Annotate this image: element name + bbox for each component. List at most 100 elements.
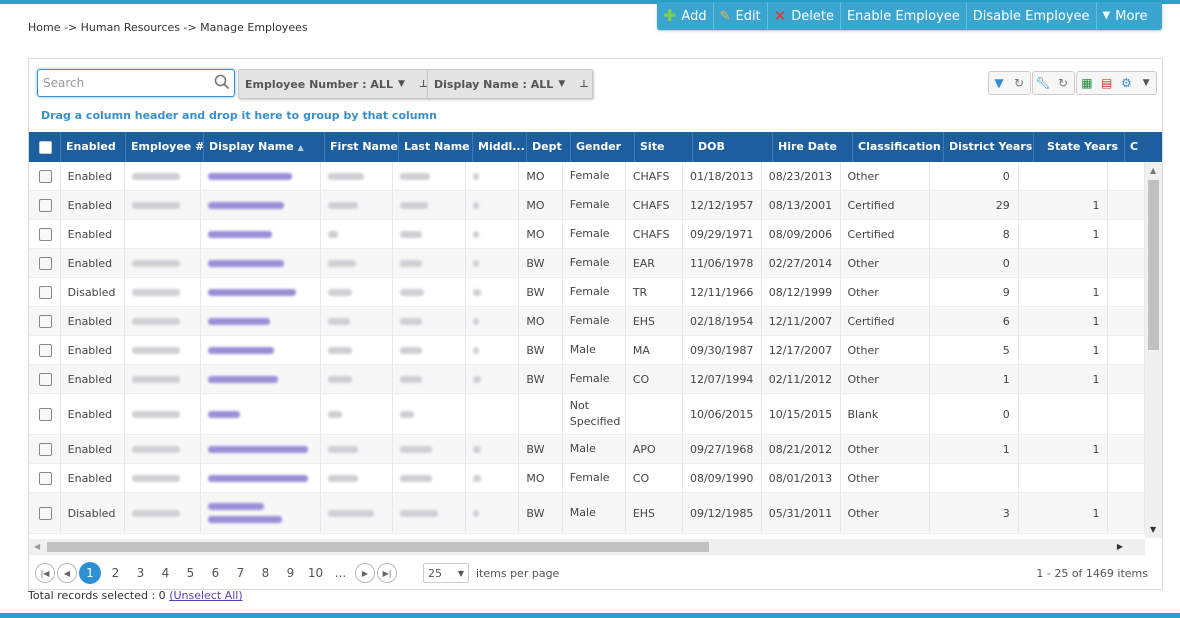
display-name-filter[interactable]: Display Name : ALL ▼ ⊥ xyxy=(427,69,593,99)
unselect-all-link[interactable]: (Unselect All) xyxy=(169,589,242,602)
col-state-years[interactable]: State Years xyxy=(1034,132,1125,162)
row-checkbox[interactable] xyxy=(29,365,61,393)
cell-display-name-link[interactable] xyxy=(201,278,321,306)
row-checkbox[interactable] xyxy=(29,435,61,463)
chevron-down-icon[interactable]: ▼ xyxy=(1136,73,1156,93)
cell-display-name-link[interactable] xyxy=(201,191,321,219)
table-row[interactable]: Enabled MO Female CHAFS 09/29/1971 08/09/2006… xyxy=(29,220,1145,249)
first-page-icon[interactable]: |◀ xyxy=(35,563,55,583)
enable-employee-button[interactable]: Enable Employee xyxy=(841,2,967,30)
cell-display-name-link[interactable] xyxy=(201,464,321,492)
table-row[interactable]: Enabled BW Female CO 12/07/1994 02/11/2012 Oth… xyxy=(29,365,1145,394)
page-number[interactable]: 5 xyxy=(178,566,203,580)
cell-display-name-link[interactable] xyxy=(201,394,321,434)
table-row[interactable]: Enabled BW Male APO 09/27/1968 08/21/2012 Othe… xyxy=(29,435,1145,464)
row-checkbox[interactable] xyxy=(29,191,61,219)
search-icon[interactable] xyxy=(214,74,230,93)
vertical-scroll-thumb[interactable] xyxy=(1148,180,1159,350)
refresh-icon[interactable]: ↻ xyxy=(1009,73,1029,93)
col-c[interactable]: C xyxy=(1125,132,1162,162)
col-dob[interactable]: DOB xyxy=(693,132,773,162)
excel-icon[interactable]: ▦ xyxy=(1077,73,1097,93)
scroll-down-icon[interactable]: ▼ xyxy=(1150,525,1156,534)
prev-page-icon[interactable]: ◀ xyxy=(57,563,77,583)
pin-icon[interactable]: ⊥ xyxy=(579,79,588,90)
row-checkbox[interactable] xyxy=(29,394,61,434)
page-number[interactable]: ... xyxy=(328,566,353,580)
col-district-years[interactable]: District Years xyxy=(944,132,1034,162)
page-number[interactable]: 10 xyxy=(303,566,328,580)
page-number[interactable]: 4 xyxy=(153,566,178,580)
disable-employee-button[interactable]: Disable Employee xyxy=(967,2,1097,30)
table-row[interactable]: Enabled MO Female EHS 02/18/1954 12/11/2007 Ce… xyxy=(29,307,1145,336)
search-input[interactable]: Search xyxy=(37,69,235,97)
col-dept[interactable]: Dept xyxy=(527,132,571,162)
col-hire-date[interactable]: Hire Date xyxy=(773,132,853,162)
table-row[interactable]: Enabled MO Female CHAFS 01/18/2013 08/23/2013… xyxy=(29,162,1145,191)
pdf-icon[interactable]: ▤ xyxy=(1097,73,1117,93)
cell-employee-number xyxy=(125,394,202,434)
cell-display-name-link[interactable] xyxy=(201,307,321,335)
more-button[interactable]: ▼ More xyxy=(1097,2,1154,30)
cell-display-name-link[interactable] xyxy=(201,336,321,364)
page-number[interactable]: 3 xyxy=(128,566,153,580)
select-all-checkbox[interactable] xyxy=(29,132,61,162)
vertical-scrollbar[interactable]: ▲ ▼ xyxy=(1145,162,1162,538)
delete-button[interactable]: ✕ Delete xyxy=(768,2,841,30)
gear-icon[interactable]: ⚙ xyxy=(1117,73,1137,93)
page-size-select[interactable]: 25 ▼ xyxy=(423,563,469,583)
cell-display-name-link[interactable] xyxy=(201,435,321,463)
row-checkbox[interactable] xyxy=(29,336,61,364)
scroll-right-icon[interactable]: ▶ xyxy=(1117,542,1123,551)
table-row[interactable]: Disabled BW Male EHS 09/12/1985 05/31/2011 Oth… xyxy=(29,493,1145,534)
edit-button[interactable]: ✎ Edit xyxy=(714,2,768,30)
col-middle-name[interactable]: Middl... xyxy=(473,132,527,162)
row-checkbox[interactable] xyxy=(29,464,61,492)
row-checkbox[interactable] xyxy=(29,278,61,306)
col-enabled[interactable]: Enabled xyxy=(61,132,126,162)
table-row[interactable]: Enabled Not Specified 10/06/2015 10/15/2015… xyxy=(29,394,1145,435)
row-checkbox[interactable] xyxy=(29,307,61,335)
next-page-icon[interactable]: ▶ xyxy=(355,563,375,583)
col-gender[interactable]: Gender xyxy=(571,132,635,162)
page-current[interactable]: 1 xyxy=(79,562,101,584)
page-number[interactable]: 8 xyxy=(253,566,278,580)
table-row[interactable]: Disabled BW Female TR 12/11/1966 08/12/1999 Ot… xyxy=(29,278,1145,307)
page-number[interactable]: 9 xyxy=(278,566,303,580)
cell-display-name-link[interactable] xyxy=(201,162,321,190)
search-placeholder: Search xyxy=(43,76,85,90)
row-checkbox[interactable] xyxy=(29,162,61,190)
table-row[interactable]: Enabled BW Female EAR 11/06/1978 02/27/2014 Ot… xyxy=(29,249,1145,278)
employee-number-filter[interactable]: Employee Number : ALL ▼ ⊥ xyxy=(238,69,429,99)
add-button[interactable]: ✚ Add xyxy=(657,2,714,30)
table-row[interactable]: Enabled MO Female CHAFS 12/12/1957 08/13/2001… xyxy=(29,191,1145,220)
row-checkbox[interactable] xyxy=(29,249,61,277)
funnel-icon[interactable]: ▼ xyxy=(989,73,1009,93)
col-classification[interactable]: Classification xyxy=(853,132,944,162)
horizontal-scroll-thumb[interactable] xyxy=(47,542,709,552)
col-display-name[interactable]: Display Name ▲ xyxy=(204,132,325,162)
row-checkbox[interactable] xyxy=(29,220,61,248)
col-site[interactable]: Site xyxy=(635,132,693,162)
wrench-icon[interactable]: 🔧︎ xyxy=(1033,73,1053,93)
col-last-name[interactable]: Last Name xyxy=(399,132,473,162)
horizontal-scrollbar[interactable]: ◀ ▶ xyxy=(29,539,1145,555)
scroll-up-icon[interactable]: ▲ xyxy=(1150,166,1156,175)
cell-display-name-link[interactable] xyxy=(201,493,321,533)
scroll-left-icon[interactable]: ◀ xyxy=(34,542,40,551)
table-row[interactable]: Enabled BW Male MA 09/30/1987 12/17/2007 Other… xyxy=(29,336,1145,365)
col-first-name[interactable]: First Name xyxy=(325,132,399,162)
cell-employee-number xyxy=(125,162,202,190)
table-row[interactable]: Enabled MO Female CO 08/09/1990 08/01/2013 Oth… xyxy=(29,464,1145,493)
cell-display-name-link[interactable] xyxy=(201,220,321,248)
page-number[interactable]: 7 xyxy=(228,566,253,580)
page-number[interactable]: 6 xyxy=(203,566,228,580)
cell-display-name-link[interactable] xyxy=(201,365,321,393)
last-page-icon[interactable]: ▶| xyxy=(377,563,397,583)
refresh-icon[interactable]: ↻ xyxy=(1053,73,1073,93)
page-number[interactable]: 2 xyxy=(103,566,128,580)
row-checkbox[interactable] xyxy=(29,493,61,533)
cell-display-name-link[interactable] xyxy=(201,249,321,277)
cell-first-name xyxy=(321,162,394,190)
col-employee-number[interactable]: Employee # xyxy=(126,132,204,162)
